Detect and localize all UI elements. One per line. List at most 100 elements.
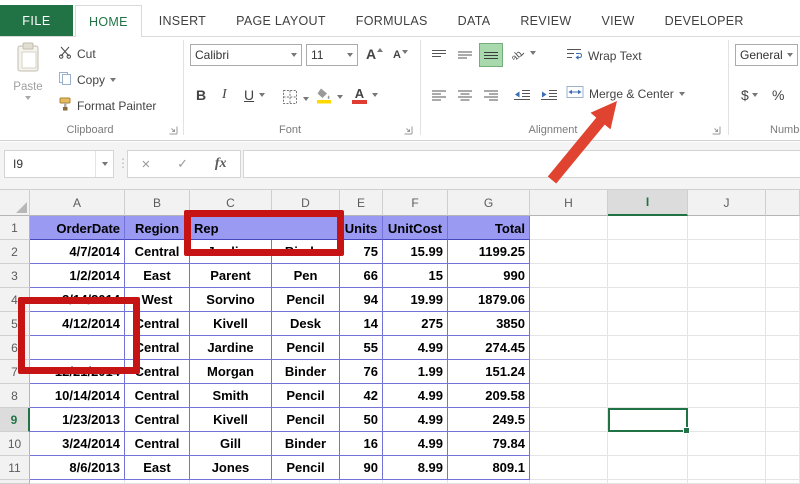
cell-J6[interactable] [688,336,766,360]
italic-button[interactable]: I [222,87,227,103]
cell-C5[interactable]: Kivell [190,312,272,336]
column-header-B[interactable]: B [125,190,190,216]
cell-D4[interactable]: Pencil [272,288,340,312]
cell-F5[interactable]: 275 [383,312,448,336]
orientation-button[interactable]: ab [509,45,536,60]
column-header-G[interactable]: G [448,190,530,216]
cell-J7[interactable] [688,360,766,384]
cell-J4[interactable] [688,288,766,312]
cell-D3[interactable]: Pen [272,264,340,288]
cell-E2[interactable]: 75 [340,240,383,264]
cell-F11[interactable]: 8.99 [383,456,448,480]
borders-button[interactable] [282,89,309,108]
merge-center-button[interactable]: Merge & Center [566,85,685,102]
cell-D9[interactable]: Pencil [272,408,340,432]
cell-C8[interactable]: Smith [190,384,272,408]
cell-B2[interactable]: Central [125,240,190,264]
cell-K5[interactable] [766,312,800,336]
column-header-F[interactable]: F [383,190,448,216]
cell-G3[interactable]: 990 [448,264,530,288]
cell-D8[interactable]: Pencil [272,384,340,408]
cell-G9[interactable]: 249.5 [448,408,530,432]
row-header-2[interactable]: 2 [0,240,30,264]
cell-C4[interactable]: Sorvino [190,288,272,312]
currency-button[interactable]: $ [741,87,758,103]
cell-B10[interactable]: Central [125,432,190,456]
cell-I4[interactable] [608,288,688,312]
cell-I10[interactable] [608,432,688,456]
decrease-indent-button[interactable] [510,83,534,107]
cell-J8[interactable] [688,384,766,408]
row-header-10[interactable]: 10 [0,432,30,456]
insert-function-button[interactable]: fx [215,156,227,172]
name-box[interactable]: I9 [4,150,114,178]
cell-I8[interactable] [608,384,688,408]
cell-D6[interactable]: Pencil [272,336,340,360]
cell-B8[interactable]: Central [125,384,190,408]
font-name-select[interactable]: Calibri [190,44,302,66]
cell-G11[interactable]: 809.1 [448,456,530,480]
row-header-1[interactable]: 1 [0,216,30,240]
cancel-icon[interactable]: × [141,156,150,173]
enter-icon[interactable]: ✓ [177,156,188,172]
alignment-dialog-launcher[interactable] [711,125,721,135]
row-header-8[interactable]: 8 [0,384,30,408]
cell-A9[interactable]: 1/23/2013 [30,408,125,432]
cell-G5[interactable]: 3850 [448,312,530,336]
cell-D11[interactable]: Pencil [272,456,340,480]
align-middle-button[interactable] [453,43,477,67]
cell-H8[interactable] [530,384,608,408]
wrap-text-button[interactable]: Wrap Text [566,47,642,64]
cell-A11[interactable]: 8/6/2013 [30,456,125,480]
fill-handle[interactable] [683,427,690,434]
cell-I1[interactable] [608,216,688,240]
align-bottom-button[interactable] [479,43,503,67]
cell-E11[interactable]: 90 [340,456,383,480]
cell-H2[interactable] [530,240,608,264]
cell-I7[interactable] [608,360,688,384]
tab-formulas[interactable]: FORMULAS [343,6,441,36]
cell-H11[interactable] [530,456,608,480]
cell-E10[interactable]: 16 [340,432,383,456]
cell-E5[interactable]: 14 [340,312,383,336]
cell-H6[interactable] [530,336,608,360]
cell-F1[interactable]: UnitCost [383,216,448,240]
cell-C11[interactable]: Jones [190,456,272,480]
cell-C6[interactable]: Jardine [190,336,272,360]
column-header-I[interactable]: I [608,190,688,216]
column-header-H[interactable]: H [530,190,608,216]
tab-developer[interactable]: DEVELOPER [652,6,757,36]
cell-D7[interactable]: Binder [272,360,340,384]
cell-K9[interactable] [766,408,800,432]
cell-K3[interactable] [766,264,800,288]
paste-button[interactable]: Paste [4,41,52,125]
tab-review[interactable]: REVIEW [507,6,584,36]
cell-J5[interactable] [688,312,766,336]
column-header-E[interactable]: E [340,190,383,216]
cell-A8[interactable]: 10/14/2014 [30,384,125,408]
cell-G6[interactable]: 274.45 [448,336,530,360]
cell-K7[interactable] [766,360,800,384]
cell-F2[interactable]: 15.99 [383,240,448,264]
cell-E6[interactable]: 55 [340,336,383,360]
clipboard-dialog-launcher[interactable] [168,125,178,135]
tab-data[interactable]: DATA [445,6,504,36]
tab-file[interactable]: FILE [0,5,73,36]
tab-view[interactable]: VIEW [588,6,647,36]
row-header-9[interactable]: 9 [0,408,30,432]
cell-E8[interactable]: 42 [340,384,383,408]
cell-H9[interactable] [530,408,608,432]
cell-F7[interactable]: 1.99 [383,360,448,384]
cut-button[interactable]: Cut [58,45,96,62]
cell-E7[interactable]: 76 [340,360,383,384]
cell-J3[interactable] [688,264,766,288]
cell-H7[interactable] [530,360,608,384]
underline-button[interactable]: U [244,87,266,103]
cell-H1[interactable] [530,216,608,240]
cell-B1[interactable]: Region [125,216,190,240]
cell-F4[interactable]: 19.99 [383,288,448,312]
copy-button[interactable]: Copy [58,71,117,88]
cell-K6[interactable] [766,336,800,360]
cell-C9[interactable]: Kivell [190,408,272,432]
cell-J10[interactable] [688,432,766,456]
